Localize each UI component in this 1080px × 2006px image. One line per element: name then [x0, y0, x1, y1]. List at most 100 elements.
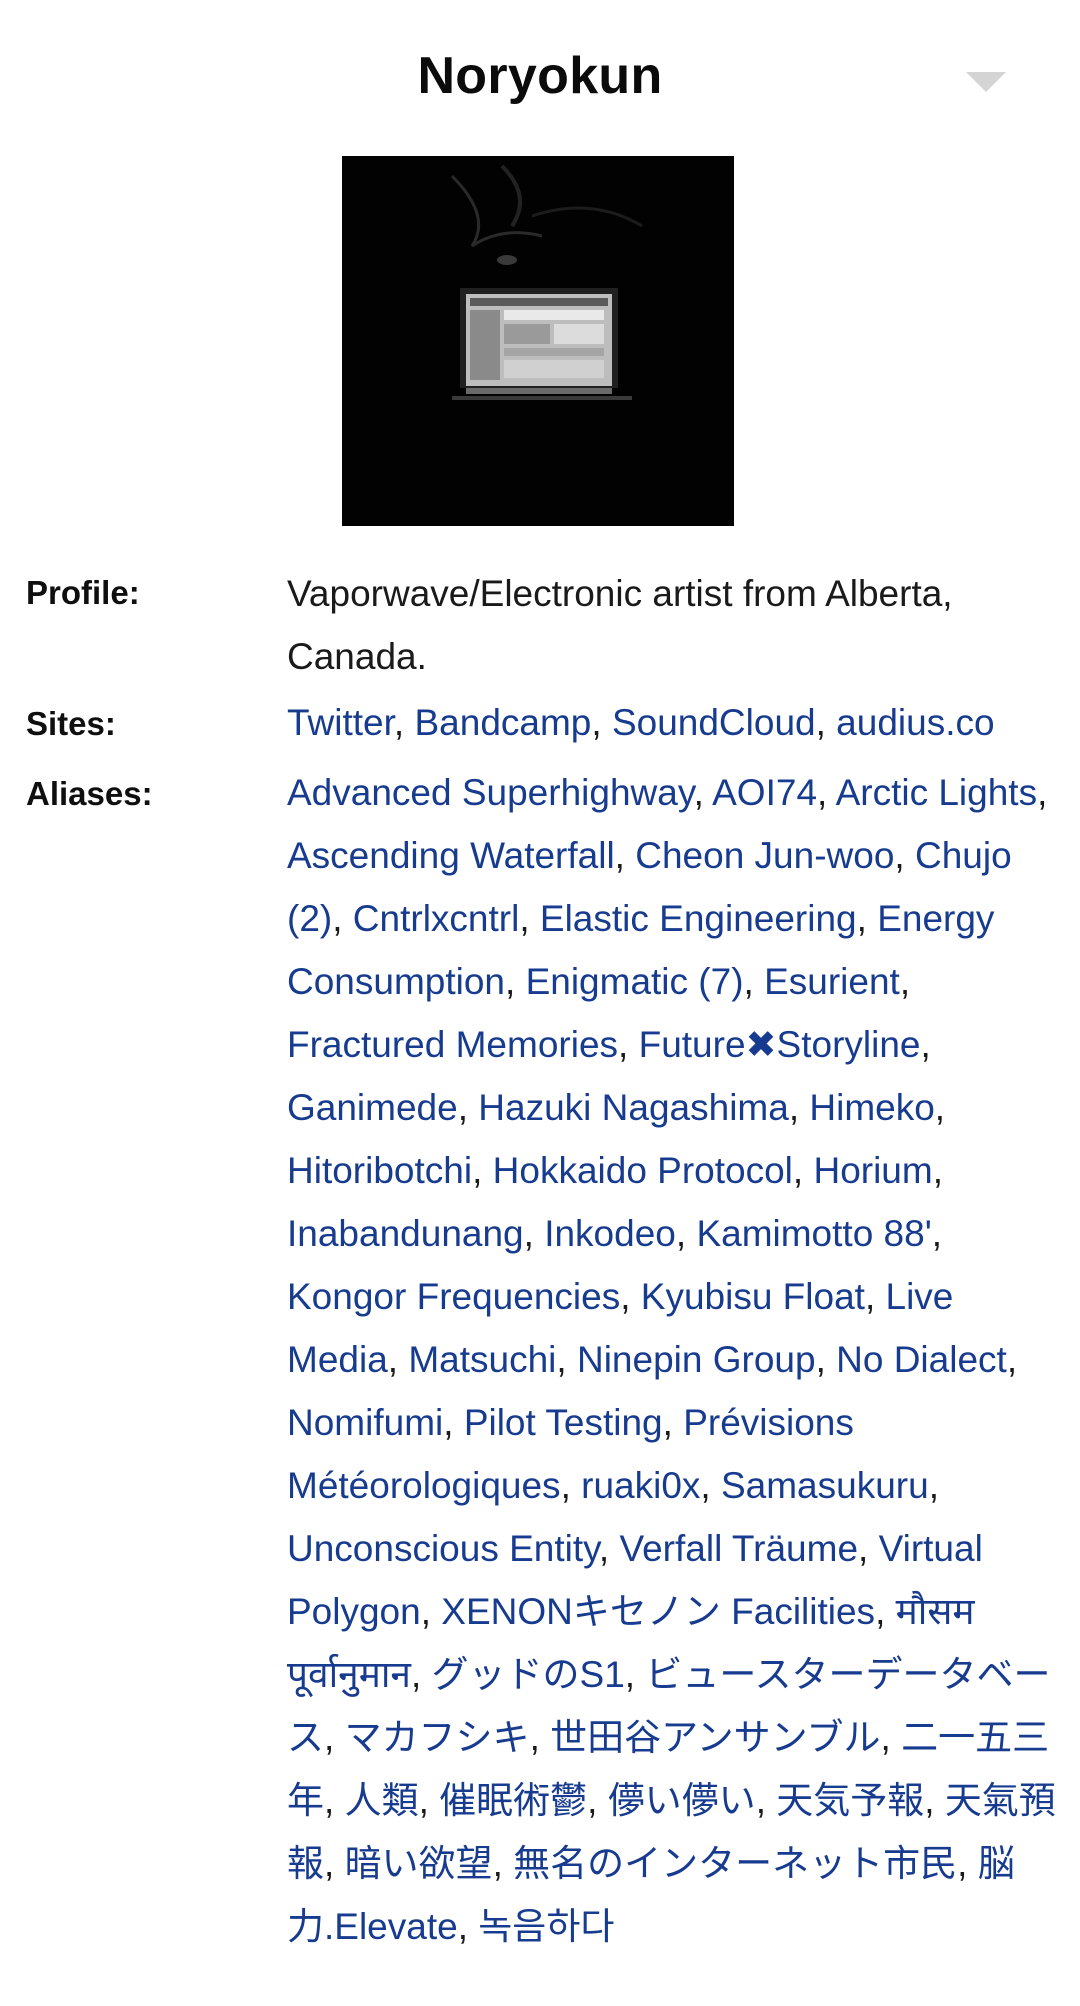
- separator: ,: [693, 772, 713, 813]
- alias-link[interactable]: 暗い欲望: [345, 1843, 493, 1884]
- profile-text: Vaporwave/Electronic artist from Alberta…: [287, 573, 953, 677]
- alias-link[interactable]: Unconscious Entity: [287, 1528, 599, 1569]
- alias-link[interactable]: AOI74: [712, 772, 817, 813]
- alias-link[interactable]: Kongor Frequencies: [287, 1276, 620, 1317]
- alias-link[interactable]: Enigmatic (7): [526, 961, 744, 1002]
- separator: ,: [864, 1276, 886, 1317]
- alias-link[interactable]: Fractured Memories: [287, 1024, 618, 1065]
- alias-link[interactable]: グッドのS1: [432, 1654, 625, 1695]
- separator: ,: [920, 1024, 931, 1065]
- chevron-down-icon[interactable]: [966, 72, 1006, 92]
- aliases-list: Advanced Superhighway, AOI74, Arctic Lig…: [287, 761, 1059, 1958]
- separator: ,: [457, 1087, 479, 1128]
- alias-link[interactable]: Hazuki Nagashima: [478, 1087, 789, 1128]
- artist-photo-image: [342, 156, 734, 526]
- separator: ,: [410, 1654, 432, 1695]
- separator: ,: [899, 961, 911, 1002]
- separator: ,: [792, 1150, 814, 1191]
- alias-link[interactable]: マカフシキ: [345, 1717, 530, 1758]
- separator: ,: [457, 1906, 479, 1947]
- alias-link[interactable]: Inabandunang: [287, 1213, 524, 1254]
- alias-link[interactable]: Hokkaido Protocol: [493, 1150, 793, 1191]
- alias-link[interactable]: 天気予報: [776, 1780, 924, 1821]
- separator: ,: [856, 898, 878, 939]
- alias-link[interactable]: Hitoribotchi: [287, 1150, 472, 1191]
- separator: ,: [815, 702, 837, 743]
- alias-link[interactable]: Cntrlxcntrl: [353, 898, 520, 939]
- separator: ,: [875, 1591, 896, 1632]
- separator: ,: [587, 1780, 608, 1821]
- separator: ,: [505, 961, 526, 1002]
- separator: ,: [743, 961, 765, 1002]
- separator: ,: [324, 1717, 345, 1758]
- separator: ,: [788, 1087, 810, 1128]
- alias-link[interactable]: Horium: [813, 1150, 932, 1191]
- separator: ,: [624, 1654, 646, 1695]
- alias-link[interactable]: Esurient: [764, 961, 900, 1002]
- sites-list: Twitter, Bandcamp, SoundCloud, audius.co: [287, 691, 1059, 754]
- profile-label: Profile:: [26, 574, 140, 611]
- alias-link[interactable]: No Dialect: [836, 1339, 1007, 1380]
- artist-name: Noryokun: [417, 47, 663, 105]
- alias-link[interactable]: Advanced Superhighway: [287, 772, 694, 813]
- alias-link[interactable]: Himeko: [809, 1087, 934, 1128]
- separator: ,: [928, 1465, 939, 1506]
- separator: ,: [924, 1780, 945, 1821]
- alias-link[interactable]: 人類: [345, 1780, 419, 1821]
- separator: ,: [700, 1465, 721, 1506]
- alias-link[interactable]: Matsuchi: [408, 1339, 556, 1380]
- site-link[interactable]: Twitter: [287, 702, 394, 743]
- alias-link[interactable]: Samasukuru: [721, 1465, 929, 1506]
- separator: ,: [387, 1339, 409, 1380]
- alias-link[interactable]: Ninepin Group: [577, 1339, 816, 1380]
- alias-link[interactable]: ruaki0x: [581, 1465, 700, 1506]
- separator: ,: [618, 1024, 639, 1065]
- separator: ,: [1037, 772, 1048, 813]
- alias-link[interactable]: 無名のインターネット市民: [513, 1843, 957, 1884]
- alias-link[interactable]: Arctic Lights: [836, 772, 1038, 813]
- alias-link[interactable]: Ascending Waterfall: [287, 835, 615, 876]
- separator: ,: [894, 835, 915, 876]
- alias-link[interactable]: Pilot Testing: [464, 1402, 663, 1443]
- alias-link[interactable]: Elastic Engineering: [540, 898, 857, 939]
- alias-link[interactable]: XENONキセノン Facilities: [441, 1591, 875, 1632]
- separator: ,: [957, 1843, 978, 1884]
- separator: ,: [556, 1339, 577, 1380]
- separator: ,: [620, 1276, 641, 1317]
- alias-link[interactable]: Nomifumi: [287, 1402, 443, 1443]
- separator: ,: [560, 1465, 582, 1506]
- separator: ,: [529, 1717, 551, 1758]
- alias-link[interactable]: 녹음하다: [478, 1906, 614, 1947]
- separator: ,: [324, 1843, 345, 1884]
- separator: ,: [932, 1150, 943, 1191]
- separator: ,: [519, 898, 540, 939]
- alias-link[interactable]: Ganimede: [287, 1087, 458, 1128]
- site-link[interactable]: Bandcamp: [414, 702, 591, 743]
- artist-photo: [342, 156, 734, 526]
- separator: ,: [662, 1402, 684, 1443]
- separator: ,: [523, 1213, 545, 1254]
- alias-link[interactable]: 催眠術鬱: [439, 1780, 587, 1821]
- separator: ,: [858, 1528, 879, 1569]
- separator: ,: [880, 1717, 902, 1758]
- separator: ,: [420, 1591, 442, 1632]
- site-link[interactable]: audius.co: [836, 702, 994, 743]
- alias-link[interactable]: 世田谷アンサンブル: [550, 1717, 880, 1758]
- alias-link[interactable]: Kamimotto 88': [696, 1213, 931, 1254]
- alias-link[interactable]: Verfall Träume: [619, 1528, 858, 1569]
- separator: ,: [817, 772, 836, 813]
- separator: ,: [614, 835, 636, 876]
- site-link[interactable]: SoundCloud: [612, 702, 816, 743]
- alias-link[interactable]: 儚い儚い: [608, 1780, 756, 1821]
- alias-link[interactable]: Future✖Storyline: [639, 1024, 921, 1065]
- alias-link[interactable]: Cheon Jun-woo: [635, 835, 894, 876]
- separator: ,: [472, 1150, 493, 1191]
- separator: ,: [443, 1402, 464, 1443]
- separator: ,: [1006, 1339, 1018, 1380]
- alias-link[interactable]: Kyubisu Float: [641, 1276, 865, 1317]
- separator: ,: [492, 1843, 514, 1884]
- separator: ,: [598, 1528, 620, 1569]
- separator: ,: [393, 702, 415, 743]
- sites-label: Sites:: [26, 705, 116, 742]
- alias-link[interactable]: Inkodeo: [544, 1213, 676, 1254]
